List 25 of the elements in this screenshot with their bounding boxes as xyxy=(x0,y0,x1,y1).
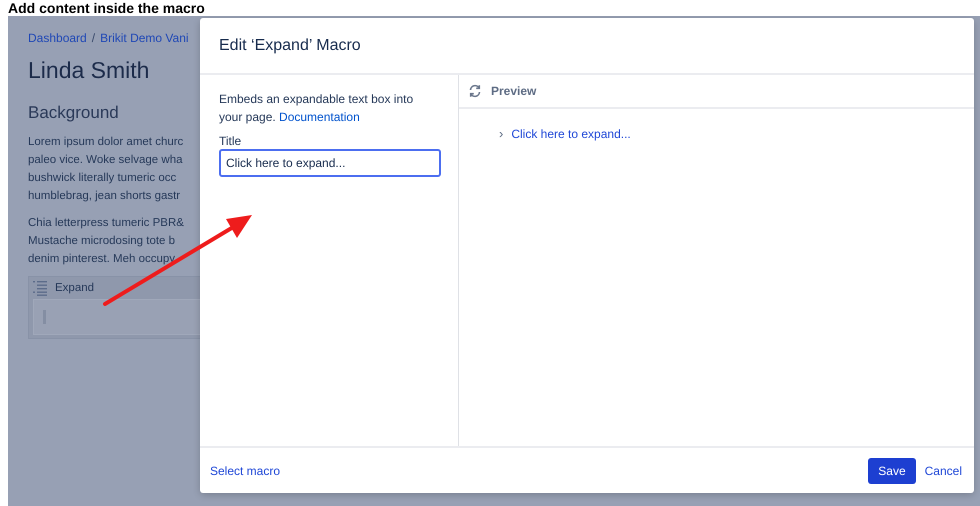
documentation-link[interactable]: Documentation xyxy=(279,110,360,124)
paragraph-line: paleo vice. Woke selvage wha xyxy=(28,153,182,168)
caption-heading: Add content inside the macro xyxy=(7,0,206,16)
paragraph-line: denim pinterest. Meh occupy xyxy=(28,252,176,267)
paragraph-line: Chia letterpress tumeric PBR& xyxy=(28,216,184,231)
title-label: Title xyxy=(219,134,242,148)
title-input[interactable]: Click here to expand... xyxy=(219,149,441,177)
macro-label: Expand xyxy=(55,282,94,294)
preview-label: Preview xyxy=(491,84,536,98)
section-heading: Background xyxy=(28,103,119,123)
dialog-title: Edit ‘Expand’ Macro xyxy=(200,18,974,75)
save-button[interactable]: Save xyxy=(868,458,916,484)
chevron-icon[interactable]: › xyxy=(499,126,504,141)
list-icon xyxy=(33,280,47,296)
paragraph-line: humblebrag, jean shorts gastr xyxy=(28,189,180,204)
cancel-link[interactable]: Cancel xyxy=(924,464,962,478)
refresh-icon[interactable] xyxy=(468,84,482,98)
select-macro-link[interactable]: Select macro xyxy=(210,464,280,478)
breadcrumb-separator: / xyxy=(92,31,96,45)
page-title: Linda Smith xyxy=(28,57,150,84)
paragraph-line: Lorem ipsum dolor amet churc xyxy=(28,135,184,150)
paragraph-line: bushwick literally tumeric occ xyxy=(28,171,176,186)
expand-link[interactable]: Click here to expand... xyxy=(511,126,631,140)
paragraph-line: Mustache microdosing tote b xyxy=(28,234,176,249)
macro-description: Embeds an expandable text box into your page. Documentation xyxy=(219,91,414,126)
